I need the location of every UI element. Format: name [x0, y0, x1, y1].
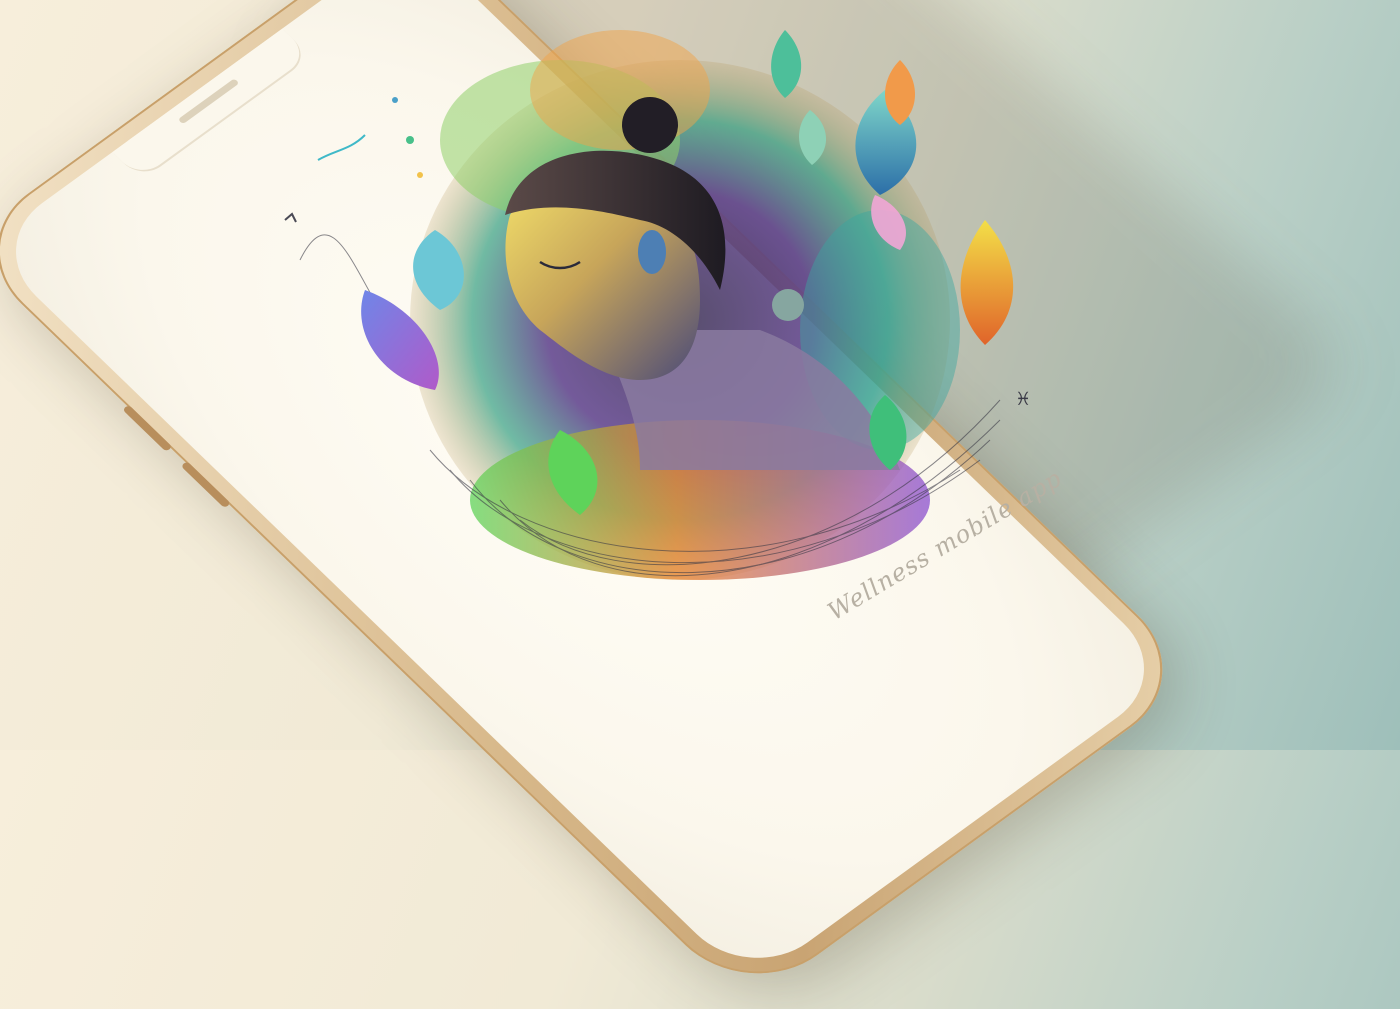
speaker-grille — [177, 78, 240, 125]
scene: ♓ Wellness mobile app — [0, 0, 1400, 1006]
notch — [112, 28, 310, 179]
